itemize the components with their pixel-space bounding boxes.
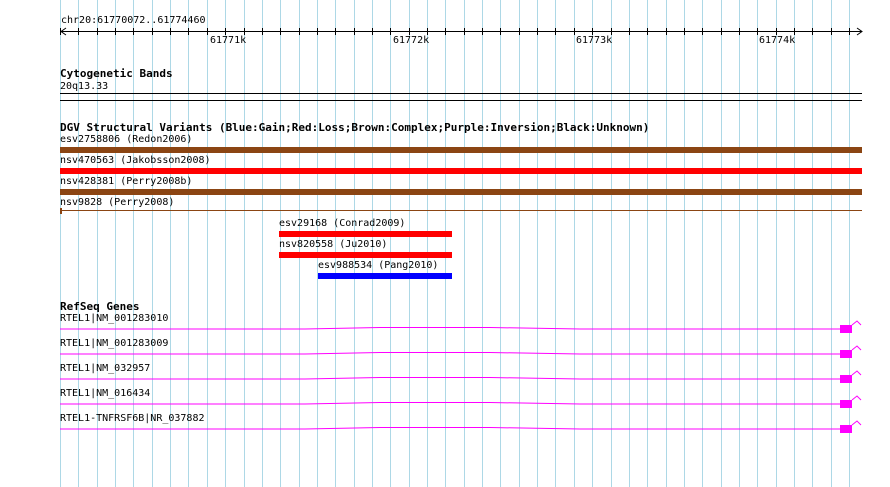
- gene-intron-line[interactable]: [60, 402, 840, 405]
- gene-strand-arrow-icon: [851, 345, 862, 351]
- gene-models[interactable]: [0, 0, 890, 487]
- gene-exon-box[interactable]: [840, 350, 852, 358]
- gene-exon-box[interactable]: [840, 400, 852, 408]
- gene-exon-box[interactable]: [840, 325, 852, 333]
- gene-strand-arrow-icon: [851, 370, 862, 376]
- gene-intron-line[interactable]: [60, 427, 840, 430]
- gene-exon-box[interactable]: [840, 425, 852, 433]
- gene-strand-arrow-icon: [851, 320, 862, 326]
- gene-strand-arrow-icon: [851, 420, 862, 426]
- gene-intron-line[interactable]: [60, 327, 840, 330]
- gene-intron-line[interactable]: [60, 352, 840, 355]
- gene-intron-line[interactable]: [60, 377, 840, 380]
- gene-exon-box[interactable]: [840, 375, 852, 383]
- genome-browser-panel: chr20:61770072..61774460 61771k 61772k 6…: [0, 0, 890, 487]
- gene-strand-arrow-icon: [851, 395, 862, 401]
